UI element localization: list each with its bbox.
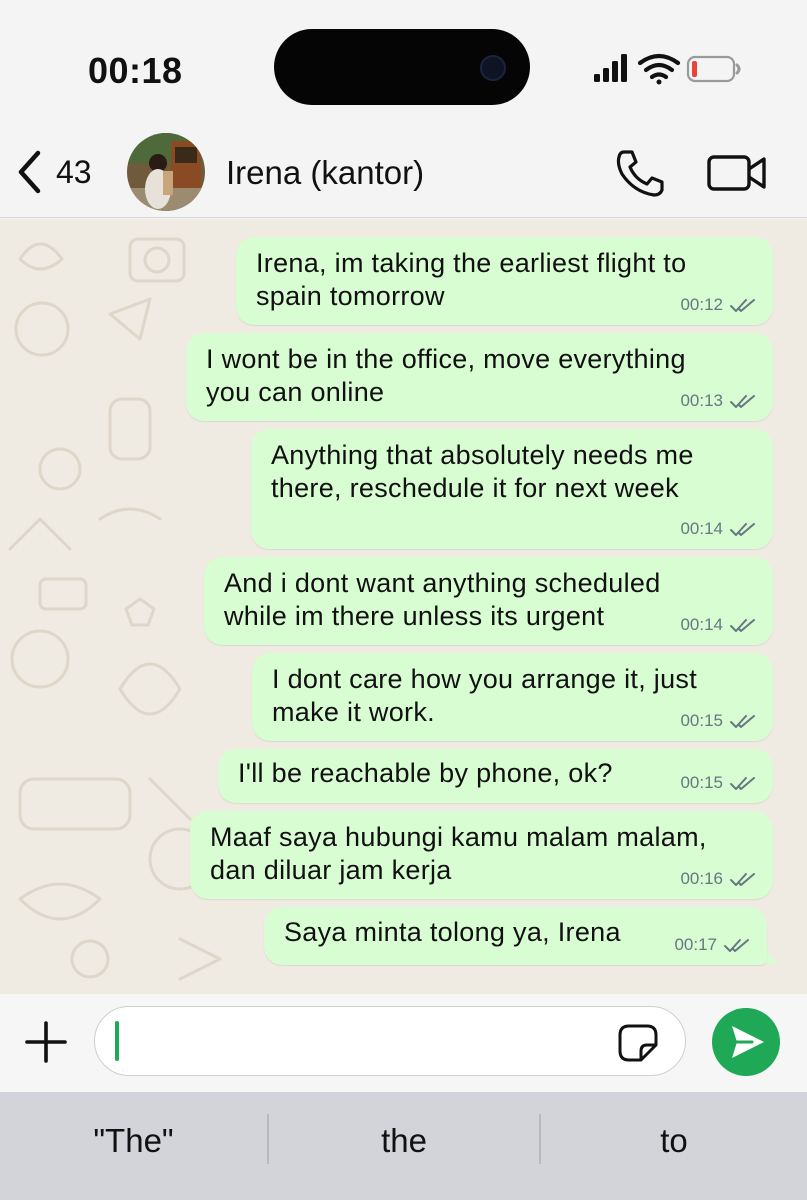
text-caret <box>115 1021 119 1061</box>
message-text: And i dont want anything scheduled while… <box>224 568 661 631</box>
message-meta: 00:12 <box>680 295 757 315</box>
message-meta: 00:17 <box>674 935 751 955</box>
attach-button[interactable] <box>22 1018 70 1066</box>
status-icons <box>594 53 741 85</box>
message-text: I wont be in the office, move everything… <box>206 344 686 407</box>
battery-low-icon <box>686 55 741 83</box>
read-ticks-icon <box>730 523 755 536</box>
message-meta: 00:14 <box>680 615 757 635</box>
message-bubble[interactable]: Saya minta tolong ya, Irena 00:17 <box>264 907 767 965</box>
chat-area[interactable]: Irena, im taking the earliest flight to … <box>0 219 807 994</box>
back-button[interactable]: 43 <box>16 148 110 196</box>
message-text: Saya minta tolong ya, Irena <box>284 917 621 947</box>
message-text: Anything that absolutely needs me there,… <box>271 440 694 503</box>
message-bubble[interactable]: I dont care how you arrange it, just mak… <box>252 653 773 741</box>
read-ticks-icon <box>730 715 755 728</box>
chat-header: 43 Irena (kantor) <box>0 128 807 218</box>
message-time: 00:14 <box>680 615 723 634</box>
suggestion-1[interactable]: "The" <box>0 1122 267 1166</box>
message-text: Irena, im taking the earliest flight to … <box>256 248 687 311</box>
message-bubble[interactable]: I wont be in the office, move everything… <box>186 333 773 421</box>
front-camera <box>480 55 506 81</box>
send-icon <box>732 1026 764 1058</box>
unread-chats-count: 43 <box>56 153 92 190</box>
message-bubble[interactable]: Anything that absolutely needs me there,… <box>251 429 773 549</box>
message-time: 00:16 <box>680 869 723 888</box>
message-input[interactable] <box>94 1006 686 1076</box>
voice-call-button[interactable] <box>614 148 666 198</box>
message-meta: 00:15 <box>680 773 757 793</box>
phone-icon <box>616 150 664 197</box>
suggestion-3[interactable]: to <box>541 1122 807 1166</box>
message-text: Maaf saya hubungi kamu malam malam, dan … <box>210 822 707 885</box>
read-ticks-icon <box>730 619 755 632</box>
contact-avatar[interactable] <box>127 133 205 211</box>
message-text: I'll be reachable by phone, ok? <box>238 758 613 788</box>
read-ticks-icon <box>724 939 749 952</box>
wifi-icon <box>637 53 681 85</box>
message-meta: 00:15 <box>680 711 757 731</box>
message-bubble[interactable]: I'll be reachable by phone, ok? 00:15 <box>218 749 773 803</box>
message-meta: 00:16 <box>680 869 757 889</box>
message-bubble[interactable]: Maaf saya hubungi kamu malam malam, dan … <box>190 811 773 899</box>
read-ticks-icon <box>730 777 755 790</box>
chevron-left-icon <box>18 150 41 194</box>
status-bar: 00:18 <box>0 0 807 128</box>
composer-bar <box>0 994 807 1092</box>
contact-name[interactable]: Irena (kantor) <box>226 154 424 192</box>
sticker-button[interactable] <box>617 1023 659 1063</box>
cellular-signal-icon <box>594 54 627 82</box>
read-ticks-icon <box>730 873 755 886</box>
message-time: 00:15 <box>680 773 723 792</box>
suggestion-2[interactable]: the <box>269 1122 539 1166</box>
message-text: I dont care how you arrange it, just mak… <box>272 664 698 727</box>
video-camera-icon <box>707 155 766 191</box>
plus-icon <box>25 1021 67 1063</box>
sticker-icon <box>618 1024 658 1062</box>
avatar-photo <box>127 133 205 211</box>
message-time: 00:12 <box>680 295 723 314</box>
video-call-button[interactable] <box>706 150 768 196</box>
send-button[interactable] <box>712 1008 780 1076</box>
read-ticks-icon <box>730 299 755 312</box>
message-time: 00:14 <box>680 519 723 538</box>
message-bubble[interactable]: Irena, im taking the earliest flight to … <box>236 237 773 325</box>
message-meta: 00:14 <box>680 519 757 539</box>
message-time: 00:17 <box>674 935 717 954</box>
message-meta: 00:13 <box>680 391 757 411</box>
status-time: 00:18 <box>88 50 183 91</box>
message-time: 00:13 <box>680 391 723 410</box>
keyboard-suggestion-bar: "The" the to <box>0 1092 807 1200</box>
read-ticks-icon <box>730 395 755 408</box>
message-time: 00:15 <box>680 711 723 730</box>
message-bubble[interactable]: And i dont want anything scheduled while… <box>204 557 773 645</box>
